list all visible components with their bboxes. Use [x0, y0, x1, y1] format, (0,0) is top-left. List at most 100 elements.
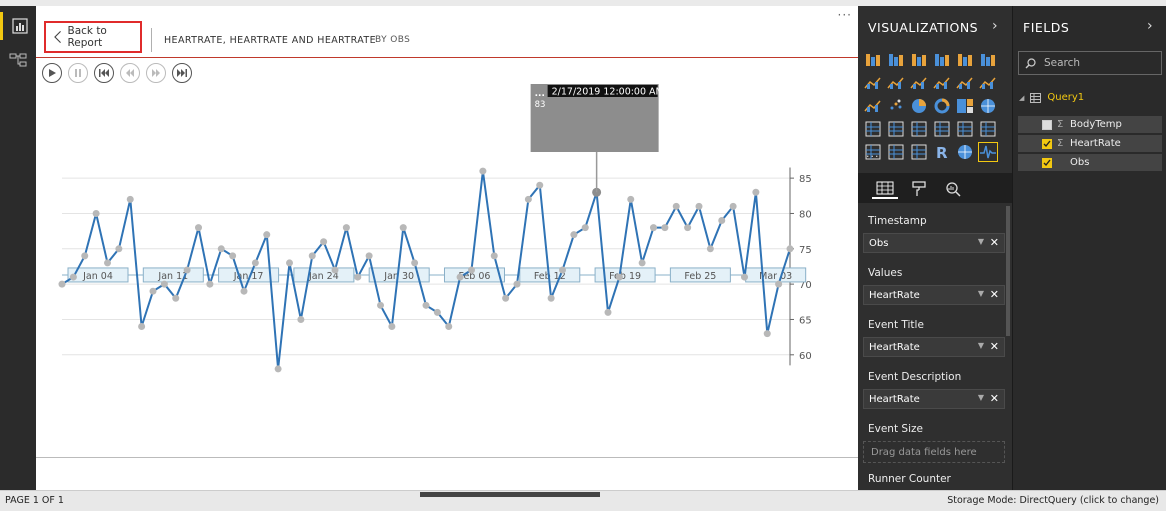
- data-point[interactable]: [684, 224, 692, 232]
- data-point[interactable]: [115, 245, 123, 253]
- event-description-well[interactable]: HeartRate ▼ ✕: [863, 389, 1005, 409]
- skip-to-start-button[interactable]: [94, 63, 114, 83]
- data-point[interactable]: [365, 252, 373, 260]
- more-visuals-icon[interactable]: ...: [866, 147, 880, 160]
- data-point[interactable]: [229, 252, 237, 260]
- card-icon[interactable]: [932, 119, 952, 139]
- data-point[interactable]: [126, 195, 134, 203]
- dropdown-icon[interactable]: ▼: [978, 341, 984, 350]
- 100-column-icon[interactable]: [978, 50, 998, 70]
- data-point[interactable]: [240, 287, 248, 295]
- data-point[interactable]: [615, 273, 623, 281]
- 100-bar-icon[interactable]: [955, 50, 975, 70]
- data-point[interactable]: [342, 224, 350, 232]
- data-point[interactable]: [160, 280, 168, 288]
- dropdown-icon[interactable]: ▼: [978, 237, 984, 246]
- data-point[interactable]: [286, 259, 293, 267]
- gauge-icon[interactable]: [909, 119, 929, 139]
- globe-icon[interactable]: [955, 142, 975, 162]
- data-point[interactable]: [672, 202, 680, 210]
- data-point[interactable]: [149, 287, 157, 295]
- data-point[interactable]: [388, 323, 396, 331]
- event-title-well[interactable]: HeartRate ▼ ✕: [863, 337, 1005, 357]
- tab-fields[interactable]: [872, 179, 898, 199]
- data-point[interactable]: [570, 231, 578, 239]
- clustered-bar-icon[interactable]: [909, 50, 929, 70]
- data-point[interactable]: [320, 238, 328, 246]
- data-point[interactable]: [706, 245, 714, 253]
- dropdown-icon[interactable]: ▼: [978, 289, 984, 298]
- matrix-icon[interactable]: [909, 142, 929, 162]
- data-point[interactable]: [468, 266, 475, 274]
- clustered-column-icon[interactable]: [932, 50, 952, 70]
- data-point[interactable]: [513, 280, 521, 288]
- data-point[interactable]: [183, 266, 191, 274]
- field-checkbox[interactable]: [1042, 138, 1052, 149]
- data-point[interactable]: [263, 231, 271, 239]
- data-point[interactable]: [445, 323, 453, 331]
- tab-format[interactable]: [906, 179, 932, 199]
- remove-icon[interactable]: ✕: [990, 392, 999, 405]
- more-options-icon[interactable]: ···: [838, 8, 852, 22]
- data-point[interactable]: [695, 202, 703, 210]
- stacked-column-icon[interactable]: [886, 50, 906, 70]
- line-chart-icon[interactable]: [863, 73, 883, 93]
- data-point[interactable]: [502, 294, 510, 302]
- field-item[interactable]: Σ BodyTemp: [1018, 116, 1162, 133]
- pie-icon[interactable]: [909, 96, 929, 116]
- play-button[interactable]: [42, 63, 62, 83]
- field-item[interactable]: Σ HeartRate: [1018, 135, 1162, 152]
- event-size-drop-zone[interactable]: Drag data fields here: [863, 441, 1005, 463]
- pulse-chart-icon[interactable]: [978, 142, 998, 162]
- tab-analytics[interactable]: [940, 179, 966, 199]
- data-point[interactable]: [638, 259, 646, 267]
- remove-icon[interactable]: ✕: [990, 340, 999, 353]
- data-point[interactable]: [92, 209, 100, 217]
- data-point[interactable]: [411, 259, 419, 267]
- search-input[interactable]: [1044, 57, 1154, 69]
- data-point[interactable]: [81, 252, 89, 260]
- dropdown-icon[interactable]: ▼: [978, 393, 984, 402]
- data-point[interactable]: [399, 224, 407, 232]
- data-point[interactable]: [729, 202, 737, 210]
- r-visual-icon[interactable]: R: [932, 142, 952, 162]
- skip-to-end-button[interactable]: [172, 63, 192, 83]
- scatter-icon[interactable]: [886, 96, 906, 116]
- filled-map-icon[interactable]: [863, 119, 883, 139]
- data-point[interactable]: [536, 181, 544, 189]
- data-point[interactable]: [104, 259, 111, 267]
- values-well[interactable]: HeartRate ▼ ✕: [863, 285, 1005, 305]
- chevron-right-icon[interactable]: ›: [1147, 18, 1153, 34]
- data-point[interactable]: [650, 224, 657, 232]
- storage-mode-link[interactable]: Storage Mode: DirectQuery (click to chan…: [947, 495, 1159, 506]
- data-point[interactable]: [490, 252, 498, 260]
- area-chart-icon[interactable]: [886, 73, 906, 93]
- chevron-right-icon[interactable]: ›: [992, 18, 998, 34]
- data-point[interactable]: [456, 273, 464, 281]
- data-point[interactable]: [354, 273, 362, 281]
- data-point[interactable]: [377, 301, 384, 309]
- data-point[interactable]: [308, 252, 316, 260]
- data-point[interactable]: [763, 330, 771, 338]
- step-forward-button[interactable]: [146, 63, 166, 83]
- treemap-icon[interactable]: [955, 96, 975, 116]
- pause-button[interactable]: [68, 63, 88, 83]
- data-point[interactable]: [331, 266, 339, 274]
- ribbon-chart-icon[interactable]: [978, 73, 998, 93]
- step-back-button[interactable]: [120, 63, 140, 83]
- data-point[interactable]: [547, 294, 555, 302]
- field-checkbox[interactable]: [1042, 119, 1052, 130]
- timestamp-well[interactable]: Obs ▼ ✕: [863, 233, 1005, 253]
- data-point[interactable]: [752, 188, 760, 196]
- viz-scrollbar[interactable]: [1006, 206, 1010, 336]
- data-point[interactable]: [251, 259, 259, 267]
- data-point[interactable]: [217, 245, 225, 253]
- line-clustered-icon[interactable]: [955, 73, 975, 93]
- data-point[interactable]: [274, 365, 282, 373]
- data-point[interactable]: [297, 315, 305, 323]
- data-point[interactable]: [741, 273, 748, 281]
- query-table-node[interactable]: ◢ Query1: [1019, 92, 1084, 103]
- multi-row-card-icon[interactable]: [955, 119, 975, 139]
- expand-arrow-icon[interactable]: ◢: [1019, 94, 1024, 102]
- kpi-icon[interactable]: [978, 119, 998, 139]
